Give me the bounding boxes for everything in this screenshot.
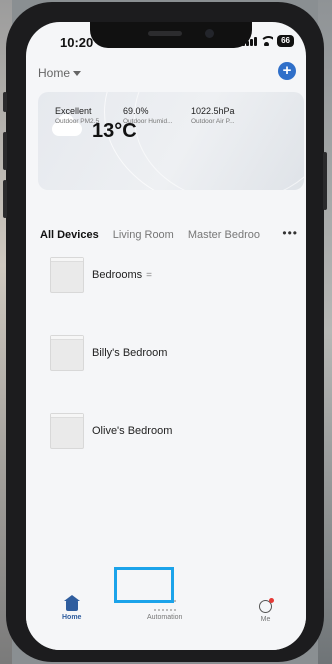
wifi-icon [260, 36, 274, 46]
battery-icon: 66 [277, 35, 294, 47]
stat-value: 69.0% [123, 106, 149, 116]
more-icon[interactable]: ••• [278, 226, 298, 240]
notch [90, 22, 252, 48]
automation-highlight [114, 567, 174, 603]
speaker [148, 31, 182, 36]
volume-down-button [3, 180, 7, 218]
room-thumbnail [50, 335, 84, 371]
stat-label: Outdoor PM2.5 [55, 118, 100, 125]
mute-switch [3, 92, 7, 112]
power-button [323, 152, 327, 210]
room-thumbnail [50, 257, 84, 293]
tab-label: Automation [147, 614, 183, 621]
chevron-down-icon [73, 70, 82, 76]
room-name: Billy's Bedroom [92, 347, 168, 359]
tab-automation[interactable]: Automation [147, 600, 182, 621]
camera [205, 29, 214, 38]
status-time: 10:20 [60, 35, 94, 50]
tab-master-bedroom[interactable]: Master Bedroo [188, 229, 260, 241]
list-item[interactable]: Bedrooms = [50, 257, 152, 293]
room-name: Bedrooms [92, 269, 143, 281]
room-name: Olive's Bedroom [92, 425, 173, 437]
stat-label: Outdoor Humid... [123, 118, 173, 125]
home-icon [63, 595, 80, 611]
profile-icon [259, 598, 274, 613]
stat-value: Excellent [55, 106, 92, 116]
stat-air-pressure: 1022.5hPa Outdoor Air P... [191, 106, 235, 125]
list-item[interactable]: Billy's Bedroom [50, 335, 167, 371]
tab-label: Me [260, 616, 271, 623]
tab-label: Home [62, 614, 82, 621]
list-item[interactable]: Olive's Bedroom [50, 413, 172, 449]
plus-icon: + [282, 62, 292, 79]
tab-home[interactable]: Home [62, 595, 82, 621]
stat-humidity: 69.0% Outdoor Humid... [123, 106, 173, 125]
stat-label: Outdoor Air P... [191, 118, 235, 125]
add-device-button[interactable]: + [278, 62, 296, 80]
tab-all-devices[interactable]: All Devices [40, 229, 99, 241]
tab-living-room[interactable]: Living Room [113, 229, 174, 241]
home-selector[interactable]: Home [38, 66, 82, 80]
room-thumbnail [50, 413, 84, 449]
volume-up-button [3, 132, 7, 170]
stat-pm25: Excellent Outdoor PM2.5 [55, 106, 99, 125]
room-tabs: All Devices Living Room Master Bedroo [40, 229, 306, 241]
app-screen: 10:20 66 Home + 13°C Excellent Outdoor P… [26, 22, 306, 650]
stat-value: 1022.5hPa [191, 106, 235, 116]
tab-me[interactable]: Me [259, 598, 274, 623]
room-extra: = [146, 269, 152, 281]
home-selector-label: Home [38, 66, 71, 80]
